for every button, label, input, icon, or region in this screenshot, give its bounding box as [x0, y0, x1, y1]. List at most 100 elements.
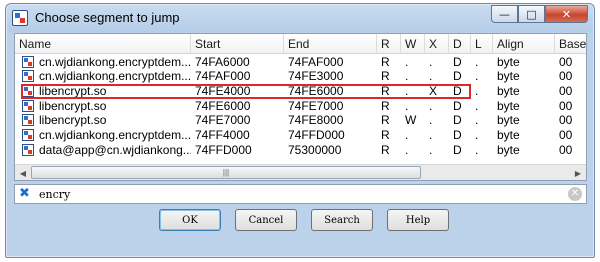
cell-start: 74FF4000: [195, 129, 250, 142]
cell-x: .: [429, 100, 433, 113]
cell-r: R: [381, 114, 390, 127]
cell-end: 75300000: [288, 144, 342, 157]
table-row[interactable]: libencrypt.so 74FE7000 74FE8000 R W . D …: [15, 114, 586, 127]
filter-input[interactable]: [39, 186, 559, 202]
cell-x: .: [429, 114, 433, 127]
cell-base: 00: [559, 100, 573, 113]
cell-d: D: [453, 85, 462, 98]
cell-w: .: [405, 144, 409, 157]
cell-name: libencrypt.so: [39, 114, 107, 127]
search-button[interactable]: Search: [311, 209, 373, 231]
column-header-name[interactable]: Name: [15, 34, 191, 54]
cell-end: 74FE6000: [288, 85, 344, 98]
cell-name: libencrypt.so: [39, 85, 107, 98]
cell-name: cn.wjdiankong.encryptdem...: [39, 56, 191, 69]
cell-name: cn.wjdiankong.encryptdem...: [39, 129, 191, 142]
choose-segment-dialog: Choose segment to jump — □ ✕ Name Start …: [5, 3, 595, 258]
cell-r: R: [381, 70, 390, 83]
cell-start: 74FFD000: [195, 144, 252, 157]
ok-button[interactable]: OK: [159, 209, 221, 231]
cell-align: byte: [497, 85, 520, 98]
cell-align: byte: [497, 56, 520, 69]
column-header-align[interactable]: Align: [493, 34, 555, 54]
cell-name: libencrypt.so: [39, 100, 107, 113]
cell-end: 74FE3000: [288, 70, 344, 83]
table-row[interactable]: libencrypt.so 74FE4000 74FE6000 R . X D …: [15, 85, 586, 98]
column-header-end[interactable]: End: [284, 34, 377, 54]
cell-r: R: [381, 56, 390, 69]
title-bar[interactable]: Choose segment to jump — □ ✕: [6, 4, 594, 31]
cell-r: R: [381, 100, 390, 113]
segment-icon: [22, 70, 34, 82]
segment-icon: [22, 144, 34, 156]
cell-w: .: [405, 129, 409, 142]
segment-icon: [22, 100, 34, 112]
cell-l: .: [475, 100, 479, 113]
cell-d: D: [453, 56, 462, 69]
cell-w: .: [405, 70, 409, 83]
table-row[interactable]: data@app@cn.wjdiankong... 74FFD000 75300…: [15, 144, 586, 157]
table-row[interactable]: libencrypt.so 74FE6000 74FE7000 R . . D …: [15, 100, 586, 113]
window-title: Choose segment to jump: [35, 10, 180, 25]
cell-l: .: [475, 114, 479, 127]
column-header-w[interactable]: W: [401, 34, 425, 54]
column-header-r[interactable]: R: [377, 34, 401, 54]
cell-x: .: [429, 144, 433, 157]
cell-l: .: [475, 85, 479, 98]
minimize-button[interactable]: —: [491, 5, 518, 23]
table-row[interactable]: cn.wjdiankong.encryptdem... 74FA6000 74F…: [15, 56, 586, 69]
scroll-right-button[interactable]: ▶: [570, 166, 586, 180]
app-icon: [12, 10, 28, 26]
button-row: OK Cancel Search Help: [159, 209, 449, 231]
cell-align: byte: [497, 70, 520, 83]
column-header-x[interactable]: X: [425, 34, 449, 54]
cell-l: .: [475, 144, 479, 157]
cell-align: byte: [497, 100, 520, 113]
clear-filter-icon[interactable]: ✕: [568, 187, 582, 201]
cell-r: R: [381, 129, 390, 142]
cell-start: 74FE4000: [195, 85, 251, 98]
cell-align: byte: [497, 114, 520, 127]
cell-w: .: [405, 56, 409, 69]
list-header: Name Start End R W X D L Align Base: [15, 34, 586, 54]
cancel-button[interactable]: Cancel: [235, 209, 297, 231]
filter-icon[interactable]: ✖: [19, 187, 30, 201]
segment-icon: [22, 85, 34, 97]
maximize-button[interactable]: □: [518, 5, 545, 23]
cell-l: .: [475, 56, 479, 69]
cell-d: D: [453, 144, 462, 157]
cell-r: R: [381, 85, 390, 98]
segment-icon: [22, 56, 34, 68]
cell-w: .: [405, 85, 409, 98]
cell-d: D: [453, 70, 462, 83]
table-row[interactable]: cn.wjdiankong.encryptdem... 74FAF000 74F…: [15, 70, 586, 83]
cell-end: 74FE7000: [288, 100, 344, 113]
column-header-base[interactable]: Base: [555, 34, 586, 54]
cell-l: .: [475, 129, 479, 142]
horizontal-scrollbar[interactable]: ◀ ||| ▶: [15, 164, 586, 180]
scroll-left-button[interactable]: ◀: [15, 166, 31, 180]
column-header-l[interactable]: L: [471, 34, 493, 54]
cell-start: 74FA6000: [195, 56, 250, 69]
window-controls: — □ ✕: [491, 5, 588, 23]
column-header-d[interactable]: D: [449, 34, 471, 54]
scroll-thumb[interactable]: |||: [31, 166, 421, 179]
cell-align: byte: [497, 144, 520, 157]
segment-icon: [22, 114, 34, 126]
cell-l: .: [475, 70, 479, 83]
cell-start: 74FAF000: [195, 70, 251, 83]
segment-list[interactable]: Name Start End R W X D L Align Base cn.w…: [14, 33, 587, 181]
cell-base: 00: [559, 144, 573, 157]
cell-w: W: [405, 114, 417, 127]
table-row[interactable]: cn.wjdiankong.encryptdem... 74FF4000 74F…: [15, 129, 586, 142]
cell-base: 00: [559, 56, 573, 69]
cell-d: D: [453, 114, 462, 127]
close-button[interactable]: ✕: [545, 5, 588, 23]
column-header-start[interactable]: Start: [191, 34, 284, 54]
cell-base: 00: [559, 70, 573, 83]
cell-end: 74FFD000: [288, 129, 345, 142]
cell-start: 74FE7000: [195, 114, 251, 127]
help-button[interactable]: Help: [387, 209, 449, 231]
cell-base: 00: [559, 114, 573, 127]
cell-r: R: [381, 144, 390, 157]
